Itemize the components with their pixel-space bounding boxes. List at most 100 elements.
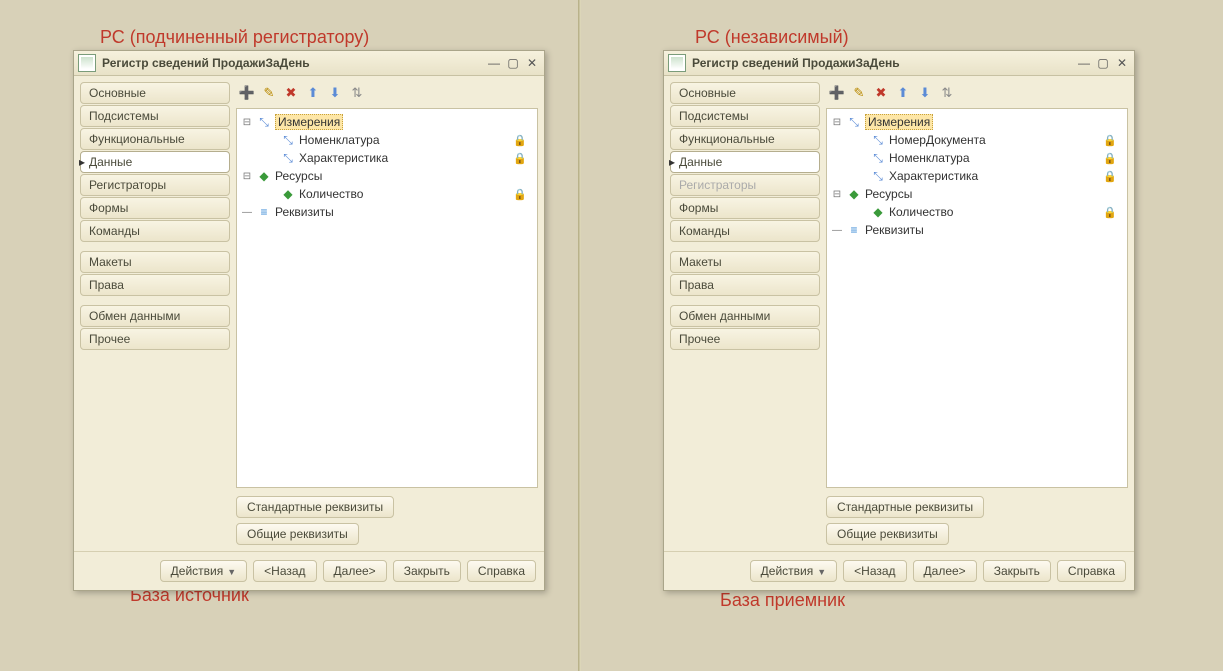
lock-icon: 🔒 [513, 188, 527, 201]
tree-node-requisites[interactable]: Реквизиты [275, 205, 334, 219]
sidebar-item[interactable]: Подсистемы [670, 105, 820, 127]
chevron-down-icon: ▼ [817, 567, 826, 577]
resource-icon: ◆ [281, 187, 295, 201]
tree-node-requisites[interactable]: Реквизиты [865, 223, 924, 237]
titlebar[interactable]: Регистр сведений ПродажиЗаДень — ▢ ✕ [74, 51, 544, 76]
register-icon [668, 54, 686, 72]
tree-node[interactable]: Количество [889, 205, 953, 219]
next-button[interactable]: Далее> [913, 560, 977, 582]
common-requisites-button[interactable]: Общие реквизиты [236, 523, 359, 545]
titlebar[interactable]: Регистр сведений ПродажиЗаДень — ▢ ✕ [664, 51, 1134, 76]
tree-node[interactable]: Номенклатура [299, 133, 380, 147]
sidebar-item: Регистраторы [670, 174, 820, 196]
close-button[interactable]: ✕ [1114, 56, 1130, 70]
move-up-icon[interactable]: ⬆ [894, 84, 912, 102]
sidebar-item[interactable]: Регистраторы [80, 174, 230, 196]
minimize-button[interactable]: — [486, 56, 502, 70]
collapse-icon[interactable]: ⊟ [241, 171, 253, 182]
minimize-button[interactable]: — [1076, 56, 1092, 70]
tree-node-resources[interactable]: Ресурсы [275, 169, 322, 183]
resource-icon: ◆ [871, 205, 885, 219]
tree[interactable]: ⊟⤡Измерения⤡Номенклатура🔒⤡Характеристика… [236, 108, 538, 488]
collapse-icon[interactable]: — [241, 207, 253, 218]
sidebar-item[interactable]: Макеты [80, 251, 230, 273]
chevron-down-icon: ▼ [227, 567, 236, 577]
lock-icon: 🔒 [513, 152, 527, 165]
move-down-icon[interactable]: ⬇ [916, 84, 934, 102]
tree-node-dimensions[interactable]: Измерения [275, 114, 343, 130]
caption-left-top: РС (подчиненный регистратору) [100, 27, 369, 48]
collapse-icon[interactable]: ⊟ [831, 117, 843, 128]
add-icon[interactable]: ➕ [828, 84, 846, 102]
tree-node-dimensions[interactable]: Измерения [865, 114, 933, 130]
collapse-icon[interactable]: — [831, 225, 843, 236]
sidebar-item[interactable]: Макеты [670, 251, 820, 273]
std-requisites-button[interactable]: Стандартные реквизиты [826, 496, 984, 518]
close-dialog-button[interactable]: Закрыть [983, 560, 1051, 582]
delete-icon[interactable]: ✖ [282, 84, 300, 102]
move-down-icon[interactable]: ⬇ [326, 84, 344, 102]
close-button[interactable]: ✕ [524, 56, 540, 70]
dimension-icon: ⤡ [871, 169, 885, 183]
sidebar-item[interactable]: Данные [80, 151, 230, 173]
actions-button[interactable]: Действия▼ [160, 560, 248, 582]
collapse-icon[interactable]: ⊟ [241, 117, 253, 128]
tree-node[interactable]: Характеристика [889, 169, 978, 183]
caption-right-bottom: База приемник [720, 590, 845, 611]
tree-node-resources[interactable]: Ресурсы [865, 187, 912, 201]
lock-icon: 🔒 [1103, 134, 1117, 147]
window-title: Регистр сведений ПродажиЗаДень [102, 56, 483, 70]
resource-group-icon: ◆ [847, 187, 861, 201]
tree-node[interactable]: НомерДокумента [889, 133, 986, 147]
delete-icon[interactable]: ✖ [872, 84, 890, 102]
sidebar-item[interactable]: Прочее [670, 328, 820, 350]
sidebar: ОсновныеПодсистемыФункциональные опцииДа… [80, 82, 230, 545]
tree-node[interactable]: Номенклатура [889, 151, 970, 165]
requisite-group-icon: ≡ [257, 205, 271, 219]
common-requisites-button[interactable]: Общие реквизиты [826, 523, 949, 545]
edit-icon[interactable]: ✎ [850, 84, 868, 102]
tree-node[interactable]: Характеристика [299, 151, 388, 165]
sidebar-item[interactable]: Данные [670, 151, 820, 173]
sidebar-item[interactable]: Подсистемы [80, 105, 230, 127]
sidebar-item[interactable]: Формы [80, 197, 230, 219]
next-button[interactable]: Далее> [323, 560, 387, 582]
sidebar-item[interactable]: Прочее [80, 328, 230, 350]
sidebar-item[interactable]: Права [670, 274, 820, 296]
sort-icon[interactable]: ⇅ [938, 84, 956, 102]
sidebar-item[interactable]: Команды [80, 220, 230, 242]
maximize-button[interactable]: ▢ [505, 56, 521, 70]
window-title: Регистр сведений ПродажиЗаДень [692, 56, 1073, 70]
sidebar-item[interactable]: Функциональные опции [670, 128, 820, 150]
sidebar-item[interactable]: Обмен данными [80, 305, 230, 327]
sidebar-item[interactable]: Основные [670, 82, 820, 104]
requisite-group-icon: ≡ [847, 223, 861, 237]
back-button[interactable]: <Назад [843, 560, 906, 582]
edit-icon[interactable]: ✎ [260, 84, 278, 102]
add-icon[interactable]: ➕ [238, 84, 256, 102]
lock-icon: 🔒 [1103, 206, 1117, 219]
move-up-icon[interactable]: ⬆ [304, 84, 322, 102]
sidebar-item[interactable]: Функциональные опции [80, 128, 230, 150]
maximize-button[interactable]: ▢ [1095, 56, 1111, 70]
collapse-icon[interactable]: ⊟ [831, 189, 843, 200]
dimension-icon: ⤡ [281, 133, 295, 147]
tree[interactable]: ⊟⤡Измерения⤡НомерДокумента🔒⤡Номенклатура… [826, 108, 1128, 488]
back-button[interactable]: <Назад [253, 560, 316, 582]
sidebar-item[interactable]: Права [80, 274, 230, 296]
actions-button[interactable]: Действия▼ [750, 560, 838, 582]
sort-icon[interactable]: ⇅ [348, 84, 366, 102]
sidebar-item[interactable]: Основные [80, 82, 230, 104]
sidebar: ОсновныеПодсистемыФункциональные опцииДа… [670, 82, 820, 545]
sidebar-item[interactable]: Обмен данными [670, 305, 820, 327]
std-requisites-button[interactable]: Стандартные реквизиты [236, 496, 394, 518]
close-dialog-button[interactable]: Закрыть [393, 560, 461, 582]
window-right: Регистр сведений ПродажиЗаДень — ▢ ✕ Осн… [663, 50, 1135, 591]
help-button[interactable]: Справка [1057, 560, 1126, 582]
tree-node[interactable]: Количество [299, 187, 363, 201]
help-button[interactable]: Справка [467, 560, 536, 582]
dimension-group-icon: ⤡ [847, 115, 861, 129]
sidebar-item[interactable]: Команды [670, 220, 820, 242]
sidebar-item[interactable]: Формы [670, 197, 820, 219]
resource-group-icon: ◆ [257, 169, 271, 183]
